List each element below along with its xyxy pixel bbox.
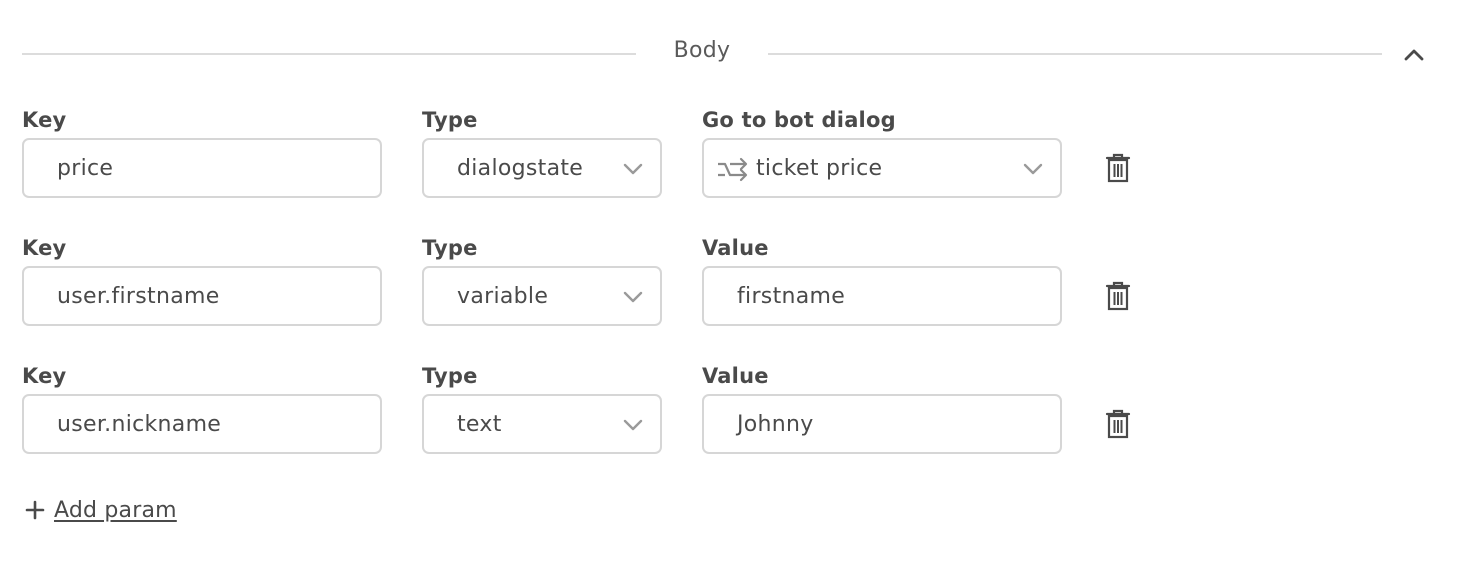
key-input-value: price — [57, 155, 114, 181]
section-divider-right — [768, 53, 1382, 55]
value-input[interactable]: firstname — [702, 266, 1062, 326]
collapse-button[interactable] — [1398, 42, 1430, 66]
type-label: Type — [422, 236, 478, 260]
value-input-value: Johnny — [737, 411, 814, 437]
param-row: Key user.firstname Type variable Value f… — [22, 234, 1162, 330]
chevron-up-icon — [1404, 49, 1424, 61]
value-field: Value firstname — [702, 234, 1062, 326]
body-params-panel: Body Key price Type dialogstate Go to bo… — [0, 0, 1458, 566]
dialog-select[interactable]: ticket price — [702, 138, 1062, 198]
section-divider-left — [22, 53, 636, 55]
chevron-down-icon — [1023, 163, 1043, 175]
dialog-label: Go to bot dialog — [702, 108, 896, 132]
type-field: Type text — [422, 362, 662, 454]
type-field: Type variable — [422, 234, 662, 326]
add-param-label: Add param — [54, 497, 177, 523]
type-select-value: variable — [457, 283, 549, 309]
key-input-value: user.firstname — [57, 283, 220, 309]
key-input-value: user.nickname — [57, 411, 222, 437]
dialog-field: Go to bot dialog ticket price — [702, 106, 1062, 198]
chevron-down-icon — [623, 291, 643, 303]
section-title: Body — [673, 38, 731, 63]
trash-icon[interactable] — [1104, 280, 1132, 312]
type-select[interactable]: text — [422, 394, 662, 454]
key-field: Key user.nickname — [22, 362, 382, 454]
chevron-down-icon — [623, 163, 643, 175]
chevron-down-icon — [623, 419, 643, 431]
type-field: Type dialogstate — [422, 106, 662, 198]
value-input[interactable]: Johnny — [702, 394, 1062, 454]
dialog-select-value: ticket price — [756, 155, 883, 181]
type-select-value: dialogstate — [457, 155, 584, 181]
trash-icon[interactable] — [1104, 152, 1132, 184]
type-select[interactable]: dialogstate — [422, 138, 662, 198]
value-input-value: firstname — [737, 283, 846, 309]
type-label: Type — [422, 364, 478, 388]
value-label: Value — [702, 236, 769, 260]
key-field: Key user.firstname — [22, 234, 382, 326]
type-label: Type — [422, 108, 478, 132]
trash-icon[interactable] — [1104, 408, 1132, 440]
param-row: Key price Type dialogstate Go to bot dia… — [22, 106, 1162, 202]
key-label: Key — [22, 236, 67, 260]
section-header: Body — [22, 32, 1432, 76]
key-label: Key — [22, 108, 67, 132]
key-input[interactable]: user.firstname — [22, 266, 382, 326]
value-field: Value Johnny — [702, 362, 1062, 454]
param-row: Key user.nickname Type text Value Johnny — [22, 362, 1162, 458]
value-label: Value — [702, 364, 769, 388]
key-label: Key — [22, 364, 67, 388]
add-param-button[interactable]: Add param — [24, 494, 177, 526]
key-field: Key price — [22, 106, 382, 198]
key-input[interactable]: user.nickname — [22, 394, 382, 454]
type-select-value: text — [457, 411, 502, 437]
dialog-jump-icon — [718, 157, 748, 182]
key-input[interactable]: price — [22, 138, 382, 198]
type-select[interactable]: variable — [422, 266, 662, 326]
plus-icon — [25, 500, 45, 520]
